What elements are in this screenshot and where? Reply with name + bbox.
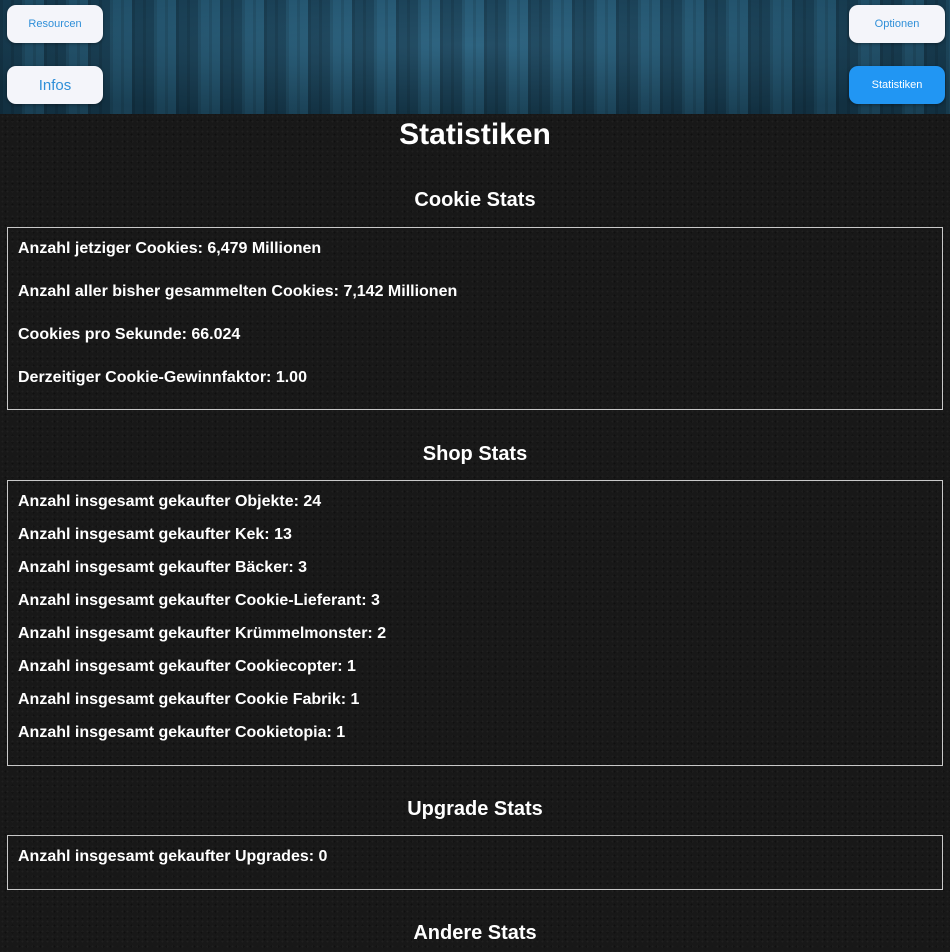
cookie-stat-row: Cookies pro Sekunde: 66.024 [18,326,241,343]
shop-stat-row: Anzahl insgesamt gekaufter Objekte: 24 [18,493,322,510]
cookie-stats-panel: Anzahl jetziger Cookies: 6,479 Millionen… [7,227,943,410]
shop-stat-row: Anzahl insgesamt gekaufter Cookietopia: … [18,724,346,741]
upgrade-stats-title: Upgrade Stats [407,798,543,820]
optionen-button[interactable]: Optionen [849,5,945,43]
cookie-stat-row: Anzahl aller bisher gesammelten Cookies:… [18,283,458,300]
shop-stat-row: Anzahl insgesamt gekaufter Kek: 13 [18,526,292,543]
stats-content: Statistiken Cookie Stats Anzahl jetziger… [0,114,950,952]
other-stats-title: Andere Stats [413,922,537,944]
shop-stat-row: Anzahl insgesamt gekaufter Bäcker: 3 [18,559,307,576]
page-title: Statistiken [399,118,551,151]
cookie-stats-title: Cookie Stats [414,189,536,211]
cookie-stat-row: Derzeitiger Cookie-Gewinnfaktor: 1.00 [18,369,307,386]
upgrade-stats-panel: Anzahl insgesamt gekaufter Upgrades: 0 [7,835,943,890]
shop-stat-row: Anzahl insgesamt gekaufter Krümmelmonste… [18,625,387,642]
resourcen-button[interactable]: Resourcen [7,5,103,43]
shop-stat-row: Anzahl insgesamt gekaufter Cookiecopter:… [18,658,356,675]
statistiken-button[interactable]: Statistiken [849,66,945,104]
header-bar: Resourcen Infos Optionen Statistiken [0,0,950,114]
shop-stats-title: Shop Stats [422,443,528,465]
app-root: Resourcen Infos Optionen Statistiken Sta… [0,0,950,952]
cookie-stat-row: Anzahl jetziger Cookies: 6,479 Millionen [18,240,322,257]
infos-button[interactable]: Infos [7,66,103,104]
shop-stat-row: Anzahl insgesamt gekaufter Cookie Fabrik… [18,691,360,708]
shop-stats-panel: Anzahl insgesamt gekaufter Objekte: 24 A… [7,480,943,766]
upgrade-stat-row: Anzahl insgesamt gekaufter Upgrades: 0 [18,848,328,865]
shop-stat-row: Anzahl insgesamt gekaufter Cookie-Liefer… [18,592,380,609]
